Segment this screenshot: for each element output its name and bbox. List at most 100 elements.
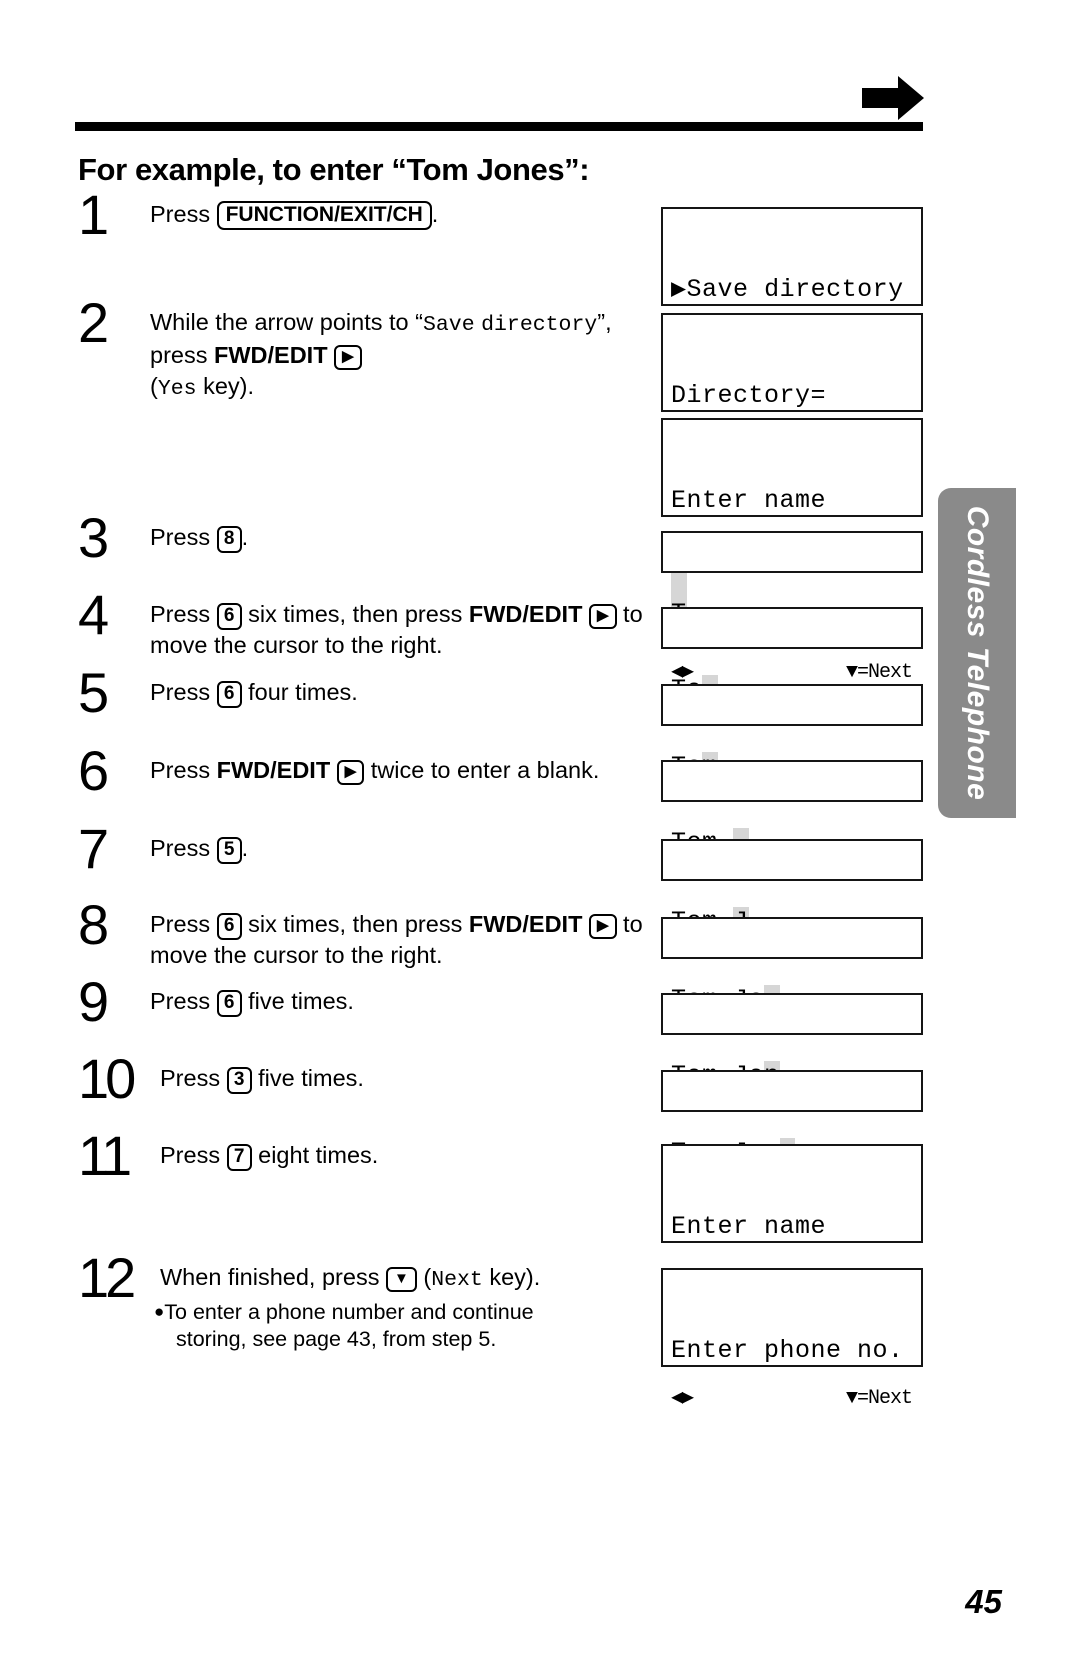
step-number: 5 [78,661,109,724]
step-text-suffix: five times. [251,1065,364,1091]
lcd-display-tom: Tom [661,684,923,781]
lcd-display-tom-jo: Tom Jo [661,917,923,1014]
step-number: 12 [78,1246,136,1309]
step-text-a: Press [150,911,217,937]
key-down-arrow[interactable]: ▼ [385,1267,417,1292]
key-function-exit-ch[interactable]: FUNCTION/EXIT/CH [216,201,432,231]
key-digit-3[interactable]: 3 [226,1067,252,1095]
step-text: Press 3 five times. [160,1060,658,1095]
right-arrow-icon [862,76,924,120]
step-text-prefix: Press [150,201,217,227]
step-text-a: Press [150,757,217,783]
step-text-suffix: . [431,201,439,227]
lcd-display-enter-name-full: Enter name Tom Jones ◀▶ ▼=Next [661,1144,923,1410]
step-number: 10 [78,1047,136,1110]
step-number: 3 [78,506,109,569]
lcd-display-to: To [661,607,923,704]
key-fwd-edit-label: FWD/EDIT [468,911,583,937]
step-text-suffix: five times. [241,988,354,1014]
lcd-line-1: Enter name [671,1211,827,1241]
bullet-icon: ● [154,1301,165,1321]
step-text-a: When finished, press [160,1264,386,1290]
step-item-2: 2 While the arrow points to “Save direct… [78,294,658,403]
key-fwd-edit-label: FWD/EDIT [216,757,331,783]
step-text-prefix: Press [160,1065,227,1091]
key-right-arrow[interactable]: ▶ [334,344,362,370]
step-number: 7 [78,817,109,880]
key-digit-6[interactable]: 6 [216,681,242,709]
menu-item-name-part2: directory [481,313,598,337]
step-item-4: 4 Press 6 six times, then press FWD/EDIT… [78,586,658,662]
step-item-12: 12 When finished, press ▼ (Next key). ●T… [78,1249,658,1354]
step-text: Press FUNCTION/EXIT/CH. [150,196,658,231]
lcd-display-tom-blank: Tom [661,760,923,857]
step-text-suffix: . [241,835,249,861]
key-digit-6[interactable]: 6 [216,913,242,941]
step-item-3: 3 Press 8. [78,509,658,565]
step-item-9: 9 Press 6 five times. [78,973,658,1029]
step-note-line1: To enter a phone number and continue [164,1299,534,1324]
step-text-b: six times, then press [241,911,469,937]
step-text: When finished, press ▼ (Next key). ●To e… [154,1259,658,1354]
step-text: Press FWD/EDIT ▶ twice to enter a blank. [150,752,658,786]
header-divider [75,122,923,131]
step-text-prefix: Press [150,835,217,861]
step-text-prefix: Press [150,679,217,705]
step-text: Press 7 eight times. [160,1137,658,1172]
key-right-arrow[interactable]: ▶ [336,760,365,785]
step-number: 6 [78,739,109,802]
step-text-prefix: Press [150,524,217,550]
lcd-display-enter-phone: Enter phone no. [661,1268,923,1367]
section-tab-label: Cordless Telephone [961,505,994,801]
step-item-8: 8 Press 6 six times, then press FWD/EDIT… [78,896,658,972]
step-item-6: 6 Press FWD/EDIT ▶ twice to enter a blan… [78,742,658,798]
key-fwd-edit-label: FWD/EDIT [214,341,328,368]
step-note: ●To enter a phone number and continue st… [154,1299,658,1354]
step-number: 4 [78,583,109,646]
yes-key-word: Yes [157,376,197,401]
step-text-suffix: . [241,524,249,550]
lcd-line-1: Enter phone no. [671,1335,904,1365]
lcd-line-1: Directory= [671,380,827,410]
step-note-line2: storing, see page 43, from step 5. [176,1327,497,1352]
key-digit-8[interactable]: 8 [216,526,242,554]
key-digit-5[interactable]: 5 [216,837,242,865]
key-digit-6[interactable]: 6 [216,990,242,1018]
step-item-1: 1 Press FUNCTION/EXIT/CH. [78,186,658,242]
step-text-c: key). [482,1264,541,1290]
step-number: 9 [78,970,109,1033]
step-text-a: Press [150,601,217,627]
lcd-display-tom-jone: Tom Jone [661,1070,923,1167]
step-text-c: ( [150,372,158,399]
step-text-a: While the arrow points to “ [150,309,423,335]
step-text: Press 6 five times. [150,983,658,1018]
step-item-7: 7 Press 5. [78,820,658,876]
lcd-display-tom-j: Tom J [661,839,923,936]
step-text: While the arrow points to “Save director… [150,304,658,403]
lcd-display-menu: ▶Save directory Ringer volume ▼▲ ▶=Yes [661,207,923,473]
key-right-arrow[interactable]: ▶ [588,914,617,939]
section-tab-cordless-telephone: Cordless Telephone [938,488,1016,818]
key-fwd-edit-label: FWD/EDIT [468,601,583,627]
step-text: Press 6 six times, then press FWD/EDIT ▶… [150,596,658,662]
page-number: 45 [965,1583,1002,1620]
step-text: Press 6 six times, then press FWD/EDIT ▶… [150,906,658,972]
lcd-display-tom-jon: Tom Jon [661,993,923,1090]
step-item-10: 10 Press 3 five times. [78,1050,658,1106]
step-text-suffix: eight times. [251,1142,379,1168]
step-text: Press 5. [150,830,658,865]
key-digit-7[interactable]: 7 [226,1144,252,1172]
step-text-d: key). [196,372,255,399]
step-text: Press 8. [150,519,658,554]
step-text: Press 6 four times. [150,674,658,709]
step-text-b: ( [416,1264,432,1290]
key-right-arrow[interactable]: ▶ [588,604,617,629]
lcd-display-enter-name-empty: Enter name ◀▶ ▼=Next [661,418,923,684]
step-text-prefix: Press [150,988,217,1014]
lcd-line-1: Enter name [671,485,827,515]
step-text-prefix: Press [160,1142,227,1168]
key-digit-6[interactable]: 6 [216,603,242,631]
step-text-c: twice to enter a blank. [364,757,600,783]
lcd-display-directory-count: Directory= 20 items [661,313,923,497]
next-key-word: Next [431,1268,483,1292]
